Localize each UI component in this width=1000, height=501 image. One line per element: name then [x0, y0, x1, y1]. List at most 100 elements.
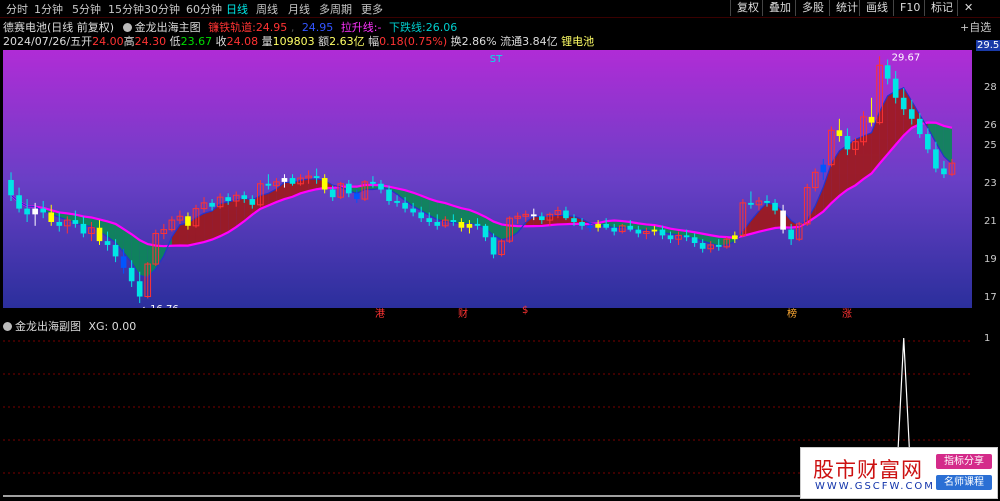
candle-body — [104, 241, 111, 245]
float-label: 流通 — [500, 35, 523, 48]
period-tab-2[interactable]: 5分钟 — [72, 1, 101, 17]
sub-title[interactable]: 金龙出海副图 — [15, 320, 81, 333]
candle-body — [571, 218, 577, 222]
candle-body — [289, 178, 296, 184]
candle-body — [611, 227, 618, 232]
candle-body — [386, 189, 392, 201]
candle-body — [667, 235, 674, 240]
ribbon-segment — [195, 213, 205, 244]
candle-body — [128, 267, 135, 282]
period-tab-5[interactable]: 60分钟 — [186, 1, 222, 17]
candle-body — [8, 179, 14, 196]
candle-body — [241, 195, 248, 200]
candle-body — [490, 237, 497, 255]
candle-body — [120, 256, 127, 268]
candle-body — [635, 229, 642, 234]
period-toolbar: 分时 1分钟 5分钟 15分钟 30分钟 60分钟 日线 周线 月线 多周期 更多 复权 叠加 多股 统计画… — [0, 0, 1000, 18]
ribbon-segment — [501, 224, 510, 240]
event-marker-3[interactable]: 榜 — [787, 305, 797, 320]
candle-body — [136, 281, 143, 297]
indicator-circle-icon[interactable] — [122, 23, 132, 32]
candle-body — [378, 183, 384, 190]
candle-body — [72, 220, 79, 224]
candle-body — [788, 229, 794, 240]
max-price-label: 29.67 — [892, 52, 921, 63]
price-tick-0: 28 — [984, 82, 997, 94]
sub-indicator-circle-icon[interactable] — [3, 322, 12, 331]
ribbon-segment — [839, 145, 848, 196]
low-value: 23.67 — [180, 35, 213, 48]
candle-body — [563, 210, 569, 219]
candle-body — [418, 212, 424, 219]
ribbon-segment — [179, 222, 188, 246]
candle-body — [699, 243, 706, 249]
event-marker-0[interactable]: 港 — [375, 305, 385, 320]
toolbar-button-4[interactable]: 画线 — [859, 0, 894, 16]
close-icon[interactable]: ✕ — [957, 0, 979, 16]
period-tab-9[interactable]: 多周期 — [319, 1, 352, 17]
period-tab-6[interactable]: 日线 — [226, 1, 248, 17]
price-tick-4: 21 — [984, 216, 997, 227]
candle-body — [329, 189, 336, 198]
candle-body — [321, 178, 328, 190]
watermark-title: 股市财富网 — [813, 458, 923, 482]
price-tick-2: 25 — [984, 139, 997, 151]
candle-body — [659, 229, 666, 236]
period-tab-4[interactable]: 30分钟 — [144, 1, 180, 17]
candle-body — [80, 223, 87, 234]
period-tab-0[interactable]: 分时 — [6, 1, 28, 17]
amt-label: 额 — [318, 35, 330, 48]
chg-label: 幅 — [368, 35, 380, 48]
candle-body — [434, 222, 441, 226]
candle-body — [916, 118, 923, 135]
candle-body — [40, 208, 47, 213]
toolbar-button-6[interactable]: 标记 — [924, 0, 959, 16]
period-tab-1[interactable]: 1分钟 — [34, 1, 63, 17]
candle-body — [780, 210, 786, 230]
candle-body — [925, 134, 931, 150]
candle-body — [16, 195, 22, 209]
candle-body — [836, 130, 843, 136]
candle-body — [772, 202, 778, 211]
candle-body — [345, 183, 352, 194]
sector-tag[interactable]: 锂电池 — [561, 35, 594, 48]
candle-body — [892, 78, 899, 98]
period-tab-8[interactable]: 月线 — [288, 1, 310, 17]
indicator-share-badge: 指标分享 — [936, 454, 992, 469]
quote-date: 2024/07/26/五 — [3, 35, 82, 48]
candle-body — [603, 223, 609, 228]
amt-value: 2.63亿 — [329, 35, 365, 48]
turn-label: 换 — [450, 35, 462, 48]
float-value: 3.84亿 — [522, 35, 558, 48]
candle-body — [539, 216, 545, 221]
toolbar-button-5[interactable]: F10 — [893, 0, 926, 16]
price-chart[interactable]: 29.67 ←16.76 ST — [3, 50, 972, 308]
watermark: 股市财富网 WWW.GSCFW.COM 指标分享 名师课程 — [800, 447, 998, 499]
period-tab-10[interactable]: 更多 — [361, 1, 383, 17]
candle-body — [466, 223, 473, 228]
event-marker-4[interactable]: 涨 — [842, 305, 852, 320]
candle-body — [908, 109, 915, 119]
toolbar-button-2[interactable]: 多股 — [795, 0, 830, 16]
period-tab-7[interactable]: 周线 — [256, 1, 278, 17]
candle-body — [410, 208, 416, 213]
open-value: 24.00 — [92, 35, 124, 48]
chg-value: 0.18(0.75%) — [379, 35, 448, 48]
candle-body — [651, 229, 658, 232]
ribbon-segment — [863, 132, 872, 179]
add-watchlist-button[interactable]: +自选 — [960, 19, 991, 35]
toolbar-button-0[interactable]: 复权 — [730, 0, 765, 16]
ribbon-segment — [855, 136, 864, 186]
close-value: 24.08 — [226, 35, 259, 48]
candle-body — [402, 202, 408, 209]
period-tab-3[interactable]: 15分钟 — [108, 1, 144, 17]
candle-body — [265, 183, 272, 186]
ribbon-segment — [437, 201, 446, 222]
event-marker-1[interactable]: 财 — [458, 305, 468, 320]
event-marker-2[interactable]: $ — [522, 305, 528, 316]
candle-body — [884, 65, 891, 79]
candle-body — [185, 216, 191, 226]
ribbon-segment — [204, 211, 213, 243]
candle-body — [225, 197, 231, 201]
toolbar-button-1[interactable]: 叠加 — [762, 0, 797, 16]
